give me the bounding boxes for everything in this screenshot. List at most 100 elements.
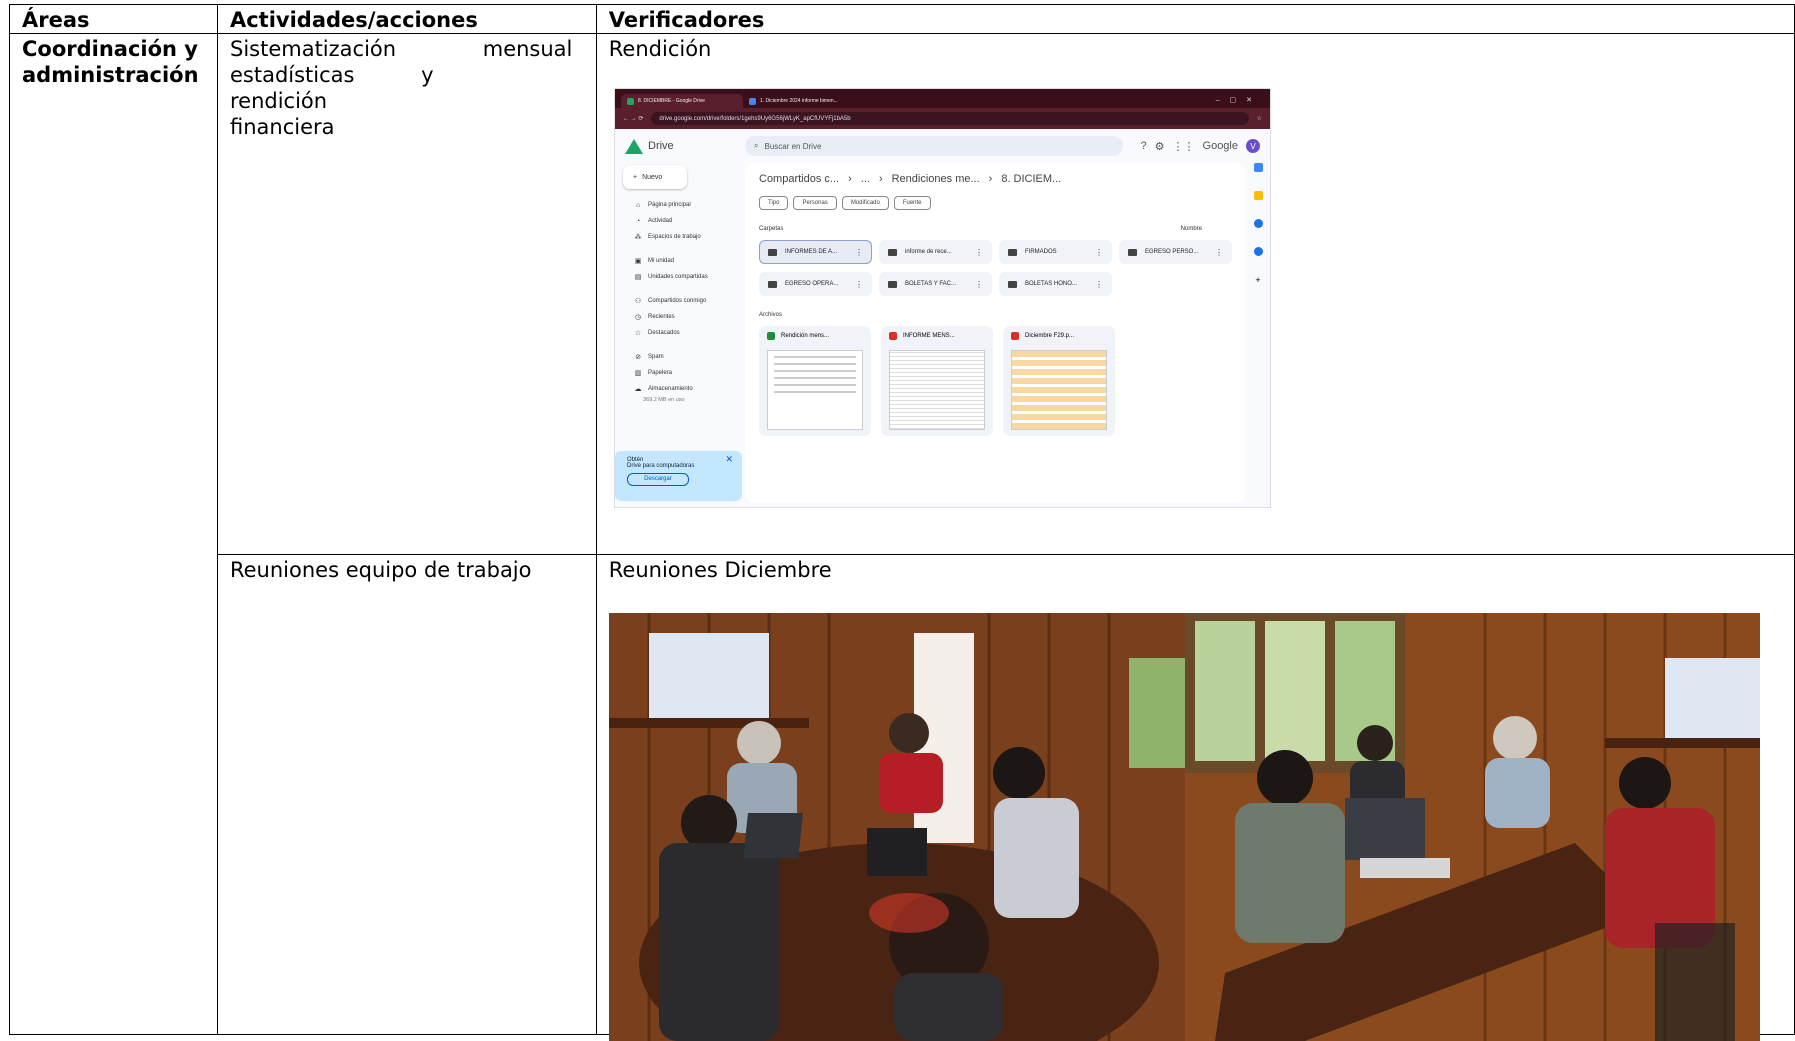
shared-drives-icon: ▤ — [634, 274, 642, 281]
folder-icon — [768, 248, 777, 256]
team-meeting-photo-1 — [609, 613, 1185, 1041]
filter-chip: Fuente — [893, 196, 931, 210]
crumb-2: ... — [860, 173, 870, 185]
star-icon: ☆ — [1256, 116, 1262, 122]
sidebar-label: Página principal — [648, 202, 691, 208]
sidebar-item-storage: ☁ Almacenamiento — [623, 381, 745, 397]
file-grid: Rendición mens... INFORME MENS... Diciem… — [759, 326, 1232, 436]
folder-name: BOLETAS HONO... — [1025, 281, 1077, 287]
tab-label-1: 8. DICIEMBRE - Google Drive — [638, 98, 705, 104]
sidebar-label: Papelera — [648, 370, 673, 376]
file-thumbnail — [889, 350, 985, 430]
window-controls-icon: –▢✕ — [1215, 97, 1262, 104]
drive-screenshot: 8. DICIEMBRE - Google Drive 1. Diciembre… — [615, 89, 1270, 507]
sidebar-label: Recientes — [648, 314, 675, 320]
pdf-icon — [889, 332, 897, 340]
drive-tab-icon — [627, 97, 634, 105]
folders-section-header: Carpetas Nombre — [759, 226, 1232, 232]
folder-item: BOLETAS HONO... ⋮ — [999, 272, 1112, 296]
breadcrumb: Compartidos c... › ... › Rendiciones me...… — [759, 173, 1232, 185]
header-areas: Áreas — [9, 4, 218, 34]
sidebar-label: Actividad — [648, 218, 673, 224]
folder-name: INFORMES DE A... — [785, 249, 838, 255]
bell-icon: ◔ — [635, 217, 641, 225]
sheets-icon — [767, 332, 775, 340]
download-promo: ✕ Obtén Drive para computadoras Descarga… — [615, 451, 742, 501]
filter-chip: Personas — [793, 196, 837, 210]
filter-chips: Tipo Personas Modificado Fuente — [759, 196, 1232, 210]
activity-text-1: Sistematización mensual — [229, 37, 573, 61]
tasks-icon — [1253, 219, 1263, 228]
folder-name: BOLETAS Y FAC... — [905, 281, 957, 287]
files-section-header: Archivos — [759, 312, 1232, 318]
activity-cell-2: Reuniones equipo de trabajo — [216, 554, 597, 1035]
browser-urlbar: ← → ⟳ drive.google.com/drive/folders/1ge… — [615, 108, 1270, 129]
sidebar-label: Espacios de trabajo — [648, 234, 701, 240]
folders-label: Carpetas — [759, 226, 784, 232]
filter-chip: Tipo — [759, 196, 789, 210]
pdf-icon — [1011, 332, 1019, 340]
folder-icon — [888, 280, 897, 288]
home-icon: ⌂ — [635, 201, 641, 209]
file-name: Diciembre F29.p... — [1025, 333, 1075, 339]
sidebar-item-trash: ▥ Papelera — [623, 365, 745, 381]
trash-icon: ▥ — [634, 370, 642, 377]
folder-item: FIRMADOS ⋮ — [999, 240, 1112, 264]
browser-tabbar: 8. DICIEMBRE - Google Drive 1. Diciembre… — [615, 89, 1270, 108]
sidebar-label: Compartidos conmigo — [648, 298, 707, 304]
people-icon: ⚇ — [634, 298, 642, 305]
plus-icon: + — [1255, 275, 1261, 285]
sidebar-label: Spam — [648, 354, 664, 360]
search-placeholder: Buscar en Drive — [764, 141, 822, 151]
drive-search: ⌕ Buscar en Drive — [745, 136, 1123, 156]
sidebar-item-my-drive: ▣ Mi unidad — [623, 253, 745, 269]
sort-label: Nombre — [1180, 226, 1202, 232]
browser-tab-2: 1. Diciembre 2024 informe bimen... — [743, 94, 865, 108]
file-card: Rendición mens... — [759, 326, 871, 436]
header-row: Áreas Actividades/acciones Verificadores — [9, 4, 1795, 34]
sidebar-item-recent: ◷ Recientes — [623, 309, 745, 325]
crumb-1: Compartidos c... — [759, 173, 840, 185]
drive-triangle-icon — [625, 138, 643, 154]
folder-item: EGRESO OPERA... ⋮ — [759, 272, 872, 296]
storage-usage: 369.2 MB en uso — [643, 397, 685, 403]
cloud-icon: ☁ — [634, 386, 642, 393]
more-icon: ⋮ — [1215, 247, 1223, 257]
header-right: ? ⚙ ⋮⋮ Google V — [1141, 139, 1260, 153]
new-button: + Nuevo — [623, 165, 687, 189]
promo-text: Drive para computadoras — [627, 463, 695, 469]
more-icon: ⋮ — [975, 247, 983, 257]
workspaces-icon: ⁂ — [634, 234, 642, 241]
sidebar-item-starred: ☆ Destacados — [623, 325, 745, 341]
google-brand: Google — [1202, 140, 1238, 152]
sidebar-label: Destacados — [648, 330, 680, 336]
address-bar: drive.google.com/drive/folders/1gehs9Uy6… — [651, 112, 1249, 125]
folder-grid: INFORMES DE A... ⋮ informe de rece... ⋮ FI… — [759, 240, 1232, 296]
crumb-3: Rendiciones me... — [891, 173, 980, 185]
folder-icon — [1008, 248, 1017, 256]
folder-item: informe de rece... ⋮ — [879, 240, 992, 264]
sidebar-label: Unidades compartidas — [648, 274, 708, 280]
header-actividades: Actividades/acciones — [216, 4, 597, 34]
more-icon: ⋮ — [975, 279, 983, 289]
folder-name: FIRMADOS — [1025, 249, 1057, 255]
file-card: Diciembre F29.p... — [1003, 326, 1115, 436]
sidebar-item-spam: ⊘ Spam — [623, 349, 745, 365]
chevron-right-icon: › — [878, 173, 883, 185]
folder-name: informe de rece... — [905, 249, 952, 255]
header-verificadores: Verificadores — [595, 4, 1795, 34]
folder-icon — [1128, 248, 1137, 256]
sidebar-item-activity: ◔ Actividad — [623, 213, 745, 229]
browser-tab-1: 8. DICIEMBRE - Google Drive — [621, 94, 743, 108]
plus-icon: + — [633, 173, 638, 181]
drive-app-name: Drive — [648, 140, 674, 152]
file-card: INFORME MENS... — [881, 326, 993, 436]
more-icon: ⋮ — [1095, 247, 1103, 257]
activity-line-2: estadísticas y rendición — [230, 62, 584, 114]
folder-item: EGRESO PERSO... ⋮ — [1119, 240, 1232, 264]
file-thumbnail — [1011, 350, 1107, 430]
more-icon: ⋮ — [1095, 279, 1103, 289]
drive-icon: ▣ — [634, 258, 642, 265]
drive-logo: Drive — [625, 138, 735, 154]
folder-icon — [768, 280, 777, 288]
